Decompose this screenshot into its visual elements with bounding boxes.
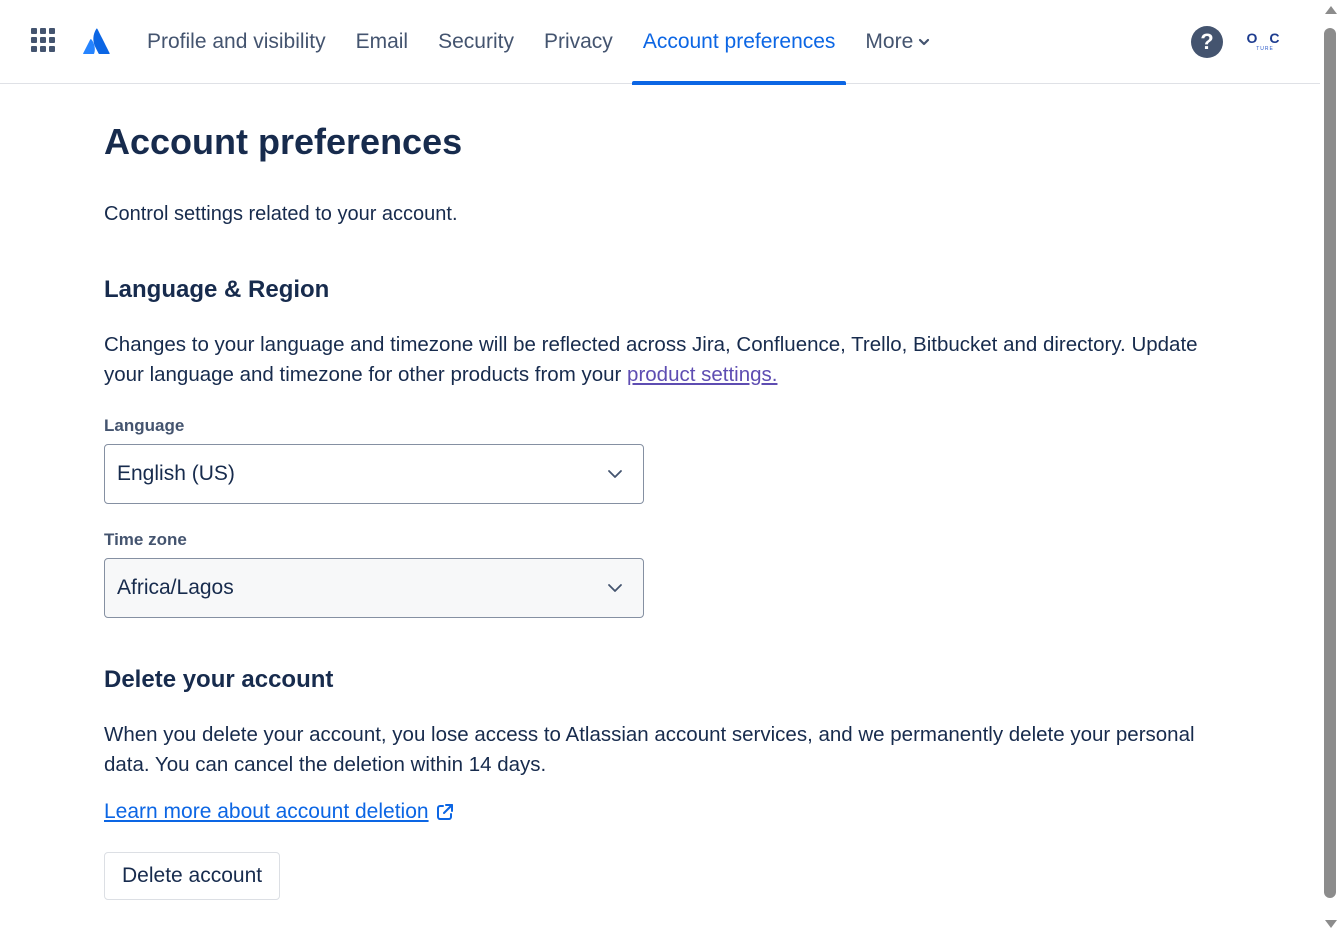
chevron-down-icon: [608, 584, 622, 592]
account-nav-tabs: Profile and visibility Email Security Pr…: [132, 0, 946, 85]
language-value: English (US): [117, 462, 235, 485]
scroll-down-arrow-icon[interactable]: [1325, 920, 1337, 928]
scroll-thumb[interactable]: [1324, 28, 1336, 898]
scroll-up-arrow-icon[interactable]: [1325, 6, 1337, 14]
app-switcher-icon[interactable]: [30, 27, 58, 55]
tab-account-preferences[interactable]: Account preferences: [628, 0, 851, 85]
avatar-subtext: TURE: [1256, 46, 1274, 52]
atlassian-logo-icon[interactable]: [82, 28, 110, 54]
tab-email[interactable]: Email: [341, 0, 424, 84]
timezone-label: Time zone: [104, 530, 187, 549]
vertical-scrollbar[interactable]: [1320, 0, 1341, 936]
language-label: Language: [104, 416, 185, 435]
language-region-description: Changes to your language and timezone wi…: [104, 330, 1224, 390]
tab-label: Email: [355, 30, 409, 53]
tab-label: Profile and visibility: [147, 30, 326, 53]
tab-privacy[interactable]: Privacy: [529, 0, 628, 84]
page-title: Account preferences: [104, 121, 463, 162]
avatar[interactable]: O C TURE: [1245, 24, 1285, 60]
delete-account-description: When you delete your account, you lose a…: [104, 723, 1195, 776]
product-settings-link[interactable]: product settings.: [627, 363, 777, 386]
avatar-initials: O C: [1246, 30, 1284, 46]
top-navigation: Profile and visibility Email Security Pr…: [0, 0, 1320, 85]
tab-label: Account preferences: [642, 30, 836, 53]
page-description: Control settings related to your account…: [104, 203, 458, 225]
delete-account-heading: Delete your account: [104, 666, 334, 693]
timezone-select[interactable]: Africa/Lagos: [104, 558, 644, 618]
help-glyph: ?: [1200, 29, 1214, 54]
tab-profile-and-visibility[interactable]: Profile and visibility: [132, 0, 341, 84]
language-select[interactable]: English (US): [104, 444, 644, 504]
tab-security[interactable]: Security: [423, 0, 529, 84]
chevron-down-icon: [608, 470, 622, 478]
timezone-value: Africa/Lagos: [117, 576, 234, 599]
tab-label: Privacy: [543, 30, 613, 53]
tab-label: Security: [438, 30, 514, 53]
learn-more-account-deletion-link[interactable]: Learn more about account deletion: [104, 798, 455, 826]
external-link-icon: [436, 804, 453, 820]
learn-more-label: Learn more about account deletion: [104, 800, 429, 823]
tab-more[interactable]: More: [850, 0, 946, 84]
chevron-down-icon: [919, 38, 930, 46]
language-region-heading: Language & Region: [104, 276, 330, 303]
tab-label: More: [865, 30, 914, 53]
delete-account-button[interactable]: Delete account: [104, 852, 281, 900]
help-icon[interactable]: ?: [1191, 26, 1223, 58]
